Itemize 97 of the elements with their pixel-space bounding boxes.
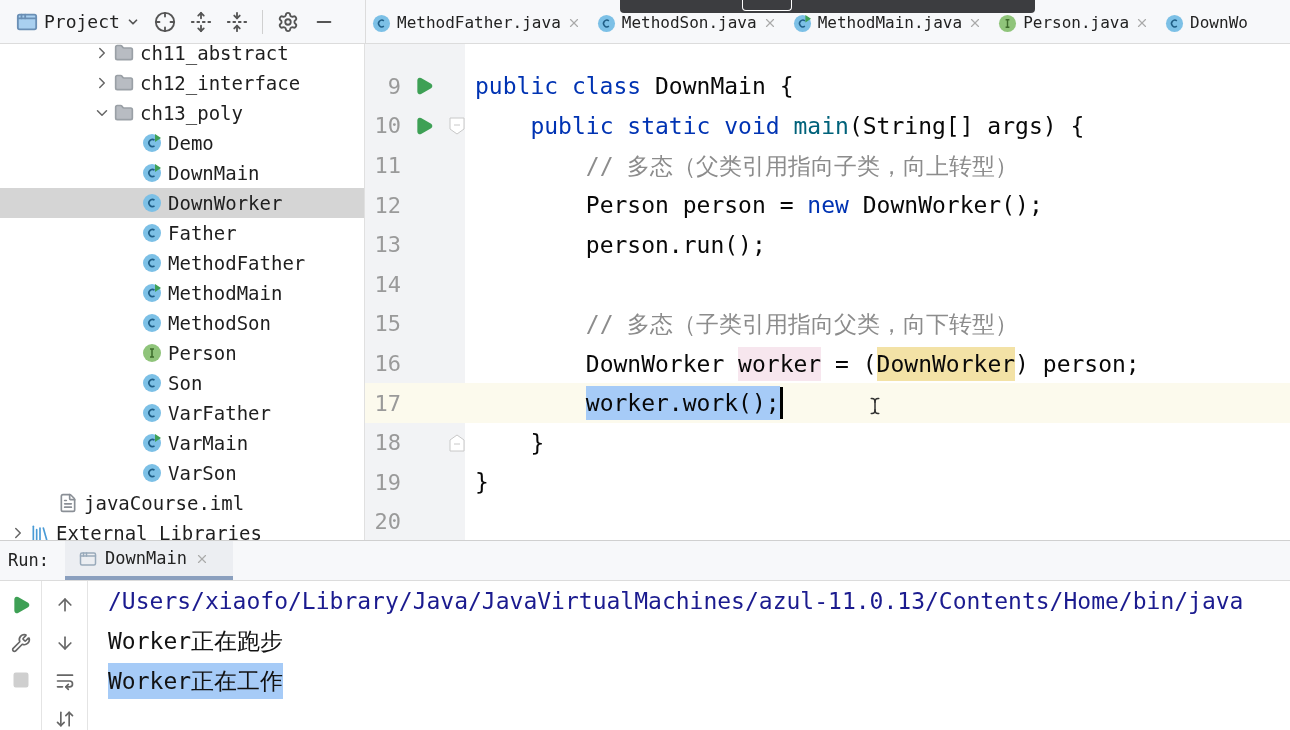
runnable-class-icon	[142, 283, 162, 303]
tree-item-label: VarFather	[168, 400, 271, 426]
file-icon	[58, 493, 78, 513]
tree-row[interactable]: ch11_abstract	[0, 44, 364, 68]
tree-row[interactable]: VarMain	[0, 428, 364, 458]
class-icon	[142, 373, 162, 393]
tree-row[interactable]: DownMain	[0, 158, 364, 188]
line-number: 9	[386, 72, 401, 101]
folder-icon	[114, 73, 134, 93]
runnable-class-icon	[142, 133, 162, 153]
console-line: Worker正在跑步	[108, 627, 284, 656]
code-line: Person person = new DownWorker();	[584, 191, 1043, 221]
project-view-dropdown[interactable]: Project	[16, 8, 140, 35]
line-number: 12	[373, 191, 401, 220]
editor-tab[interactable]: MethodFather.java	[366, 3, 591, 43]
runnable-class-icon	[142, 433, 162, 453]
class-icon	[142, 223, 162, 243]
class-icon	[372, 13, 391, 33]
tree-item-label: MethodMain	[168, 280, 283, 306]
class-icon	[142, 253, 162, 273]
line-number: 13	[373, 231, 401, 260]
class-icon	[596, 13, 616, 33]
line-number: 14	[373, 270, 401, 299]
tree-row[interactable]: ch12_interface	[0, 68, 364, 98]
tree-row[interactable]: javaCourse.iml	[0, 488, 364, 518]
tree-item-label: javaCourse.iml	[84, 490, 245, 516]
library-icon	[30, 523, 50, 540]
line-number: 11	[373, 152, 401, 181]
tree-row[interactable]: Son	[0, 368, 364, 398]
line-number: 17	[373, 389, 401, 418]
tree-item-label: DownMain	[168, 160, 260, 186]
tree-row[interactable]: External Libraries	[0, 518, 364, 540]
tree-row[interactable]: MethodFather	[0, 248, 364, 278]
editor-tab[interactable]: Person.java	[992, 3, 1160, 43]
tree-row[interactable]: VarSon	[0, 458, 364, 488]
class-icon	[142, 403, 162, 423]
tree-item-label: Person	[168, 340, 237, 366]
editor-tab[interactable]: DownWo	[1159, 3, 1258, 43]
tree-item-label: Father	[168, 220, 237, 246]
tree-item-label: VarSon	[168, 460, 237, 486]
run-tab[interactable]: DownMain	[65, 541, 233, 580]
expand-all-icon[interactable]	[189, 10, 212, 33]
settings-icon[interactable]	[276, 10, 299, 33]
line-number: 20	[373, 508, 401, 537]
tree-row[interactable]: Father	[0, 218, 364, 248]
tree-row[interactable]: Person	[0, 338, 364, 368]
interface-icon	[998, 13, 1018, 33]
tree-item-label: ch13_poly	[140, 100, 243, 127]
tree-item-label: ch12_interface	[140, 70, 301, 97]
tree-item-label: External Libraries	[56, 520, 262, 540]
class-icon	[1165, 13, 1185, 33]
tree-item-label: MethodSon	[168, 310, 271, 336]
runnable-class-icon	[792, 13, 812, 33]
tree-item-label: ch11_abstract	[140, 44, 289, 67]
folder-icon	[114, 103, 134, 123]
tree-item-label: VarMain	[168, 430, 249, 456]
class-icon	[142, 193, 162, 213]
code-line: // 多态（子类引用指向父类，向下转型）	[584, 309, 1019, 339]
code-line: public class DownMain {	[475, 72, 794, 102]
line-number: 16	[373, 350, 401, 379]
line-number: 10	[373, 112, 401, 141]
class-icon	[142, 313, 162, 333]
wrench-icon[interactable]	[10, 633, 31, 653]
tree-row[interactable]: Demo	[0, 128, 364, 158]
tree-row[interactable]: MethodMain	[0, 278, 364, 308]
soft-wrap-icon[interactable]	[54, 671, 75, 691]
tree-row[interactable]: VarFather	[0, 398, 364, 428]
line-number: 19	[373, 468, 401, 497]
code-editor[interactable]	[365, 44, 1290, 540]
run-label: Run:	[7, 548, 50, 572]
window-icon	[79, 549, 97, 568]
code-line: }	[529, 428, 545, 458]
code-line: public static void main(String[] args) {	[529, 112, 1085, 141]
run-icon[interactable]	[414, 76, 434, 97]
line-number: 15	[373, 310, 401, 339]
collapse-all-icon[interactable]	[225, 10, 248, 33]
code-line: // 多态（父类引用指向子类，向上转型）	[584, 151, 1019, 181]
folder-icon	[114, 44, 134, 63]
tree-row[interactable]: MethodSon	[0, 308, 364, 338]
code-line: DownWorker worker = (DownWorker) person;	[475, 346, 1140, 381]
overlay-button[interactable]	[742, 0, 792, 11]
console-line: /Users/xiaofo/Library/Java/JavaVirtualMachines/azul-11.0.13/Contents/Home/bin/java	[108, 587, 1244, 616]
tree-row[interactable]: ch13_poly	[0, 98, 364, 128]
tree-item-label: MethodFather	[168, 250, 306, 276]
tree-item-label: DownWorker	[168, 190, 283, 216]
sort-icon[interactable]	[54, 709, 75, 729]
line-number: 18	[373, 429, 401, 458]
class-icon	[142, 463, 162, 483]
locate-icon[interactable]	[153, 10, 176, 33]
code-line: person.run();	[584, 230, 766, 260]
interface-icon	[142, 343, 162, 363]
code-line: }	[475, 468, 489, 498]
tree-item-label: Demo	[168, 130, 214, 156]
run-icon[interactable]	[414, 116, 434, 136]
tree-row[interactable]: DownWorker	[0, 188, 364, 218]
runnable-class-icon	[142, 163, 162, 183]
tree-item-label: Son	[168, 370, 203, 396]
